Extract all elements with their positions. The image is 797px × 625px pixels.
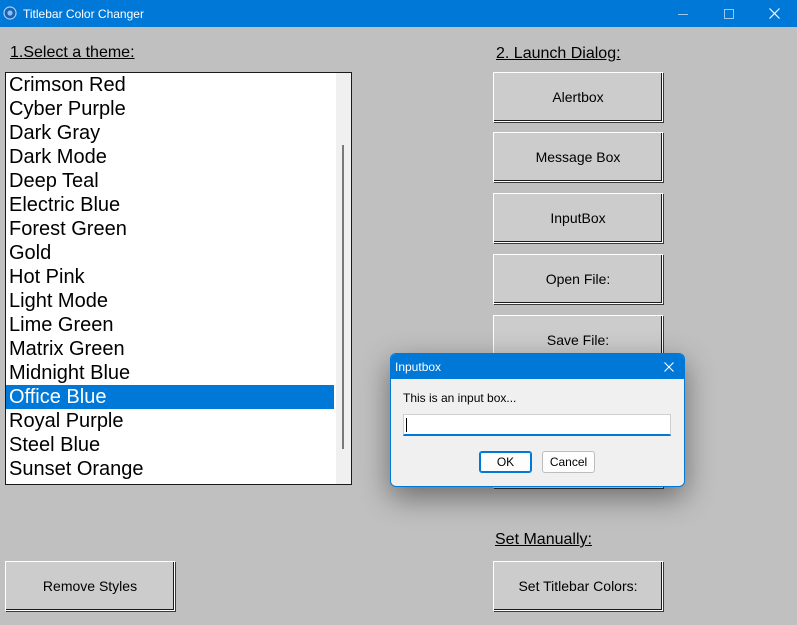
theme-item[interactable]: Hot Pink [6, 265, 334, 289]
theme-item[interactable]: Gold [6, 241, 334, 265]
alertbox-button[interactable]: Alertbox [493, 72, 663, 122]
dialog-title: Inputbox [395, 360, 442, 374]
select-theme-label: 1.Select a theme: [10, 44, 135, 61]
dialog-prompt: This is an input box... [403, 391, 517, 405]
input-dialog: Inputbox This is an input box... OK Canc… [390, 353, 685, 487]
set-manually-label: Set Manually: [495, 531, 592, 548]
theme-item[interactable]: Dark Mode [6, 145, 334, 169]
theme-list[interactable]: Crimson Red Cyber Purple Dark Gray Dark Mod… [5, 72, 352, 485]
cancel-button[interactable]: Cancel [542, 451, 595, 473]
remove-styles-button[interactable]: Remove Styles [5, 561, 175, 611]
open-file-button[interactable]: Open File: [493, 254, 663, 304]
dialog-text-input[interactable] [403, 414, 671, 436]
scrollbar-thumb[interactable] [342, 145, 344, 449]
theme-item[interactable]: Crimson Red [6, 73, 334, 97]
minimize-button[interactable] [660, 0, 706, 27]
set-titlebar-colors-button[interactable]: Set Titlebar Colors: [493, 561, 663, 611]
theme-item[interactable]: Light Mode [6, 289, 334, 313]
inputbox-button[interactable]: InputBox [493, 193, 663, 243]
theme-item[interactable]: Matrix Green [6, 337, 334, 361]
theme-item[interactable]: Deep Teal [6, 169, 334, 193]
close-icon [768, 8, 780, 19]
scrollbar[interactable] [336, 73, 351, 484]
minimize-icon [678, 13, 688, 15]
dialog-close-button[interactable] [654, 354, 684, 379]
maximize-icon [724, 8, 734, 19]
theme-item[interactable]: Cyber Purple [6, 97, 334, 121]
theme-item[interactable]: Dark Gray [6, 121, 334, 145]
theme-item[interactable]: Sunset Orange [6, 457, 334, 481]
launch-dialog-label: 2. Launch Dialog: [496, 45, 621, 62]
close-button[interactable] [751, 0, 797, 27]
theme-item[interactable]: Office Blue [6, 385, 334, 409]
theme-item[interactable]: Royal Purple [6, 409, 334, 433]
titlebar: Titlebar Color Changer [0, 0, 797, 27]
close-icon [664, 361, 674, 372]
theme-item[interactable]: Steel Blue [6, 433, 334, 457]
theme-item[interactable]: Midnight Blue [6, 361, 334, 385]
text-caret [406, 418, 407, 432]
window-title: Titlebar Color Changer [23, 7, 144, 21]
theme-item[interactable]: Electric Blue [6, 193, 334, 217]
theme-item[interactable]: Lime Green [6, 313, 334, 337]
app-icon [3, 6, 17, 20]
dialog-titlebar: Inputbox [391, 354, 684, 379]
ok-button[interactable]: OK [479, 451, 532, 473]
maximize-button[interactable] [706, 0, 752, 27]
message-box-button[interactable]: Message Box [493, 132, 663, 182]
theme-item[interactable]: Forest Green [6, 217, 334, 241]
